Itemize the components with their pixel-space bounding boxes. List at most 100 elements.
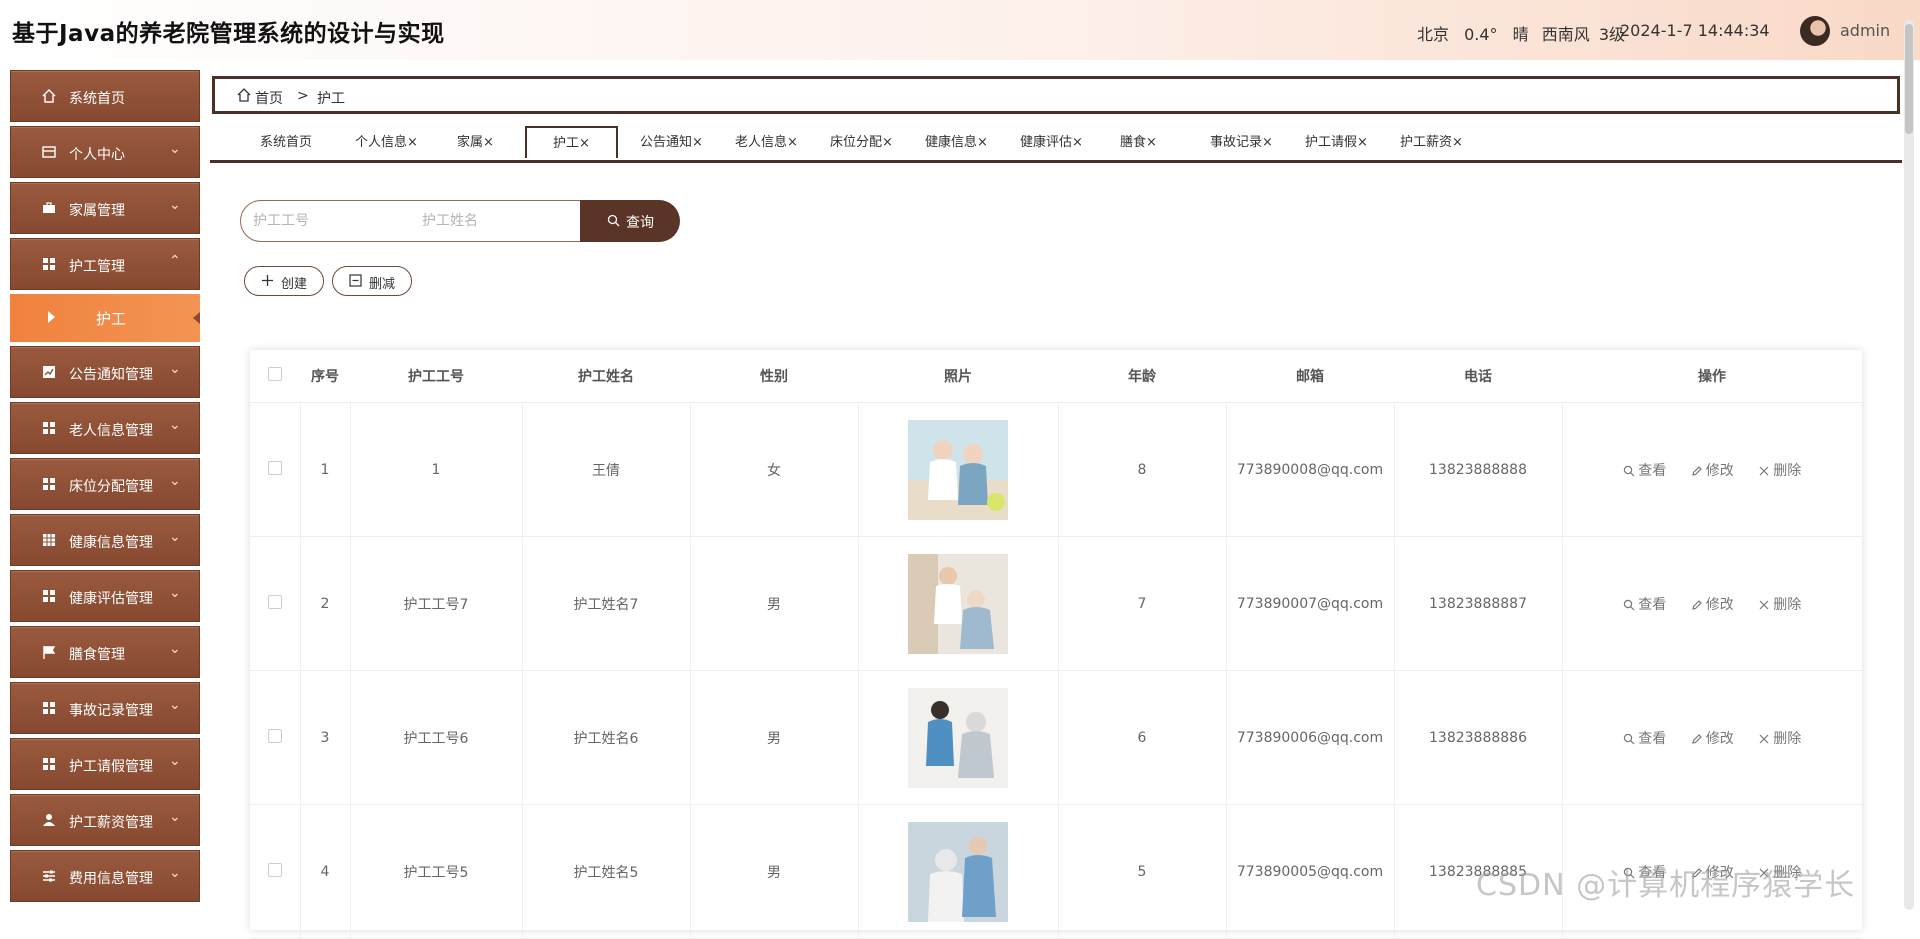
delete-button[interactable]: 删除 xyxy=(1758,728,1801,748)
weather-city: 北京 xyxy=(1417,25,1450,44)
cell-caregiver-no: 护工工号7 xyxy=(350,536,523,671)
sidebar-item-personal-center[interactable]: 个人中心 ⌄ xyxy=(10,126,200,178)
sidebar-item-home[interactable]: 系统首页 xyxy=(10,70,200,122)
view-button[interactable]: 查看 xyxy=(1623,460,1666,480)
grid-icon xyxy=(43,258,55,270)
weather-temp: 0.4° xyxy=(1464,25,1498,44)
edit-button[interactable]: 修改 xyxy=(1691,728,1734,748)
tab-notice[interactable]: 公告通知× xyxy=(640,130,703,156)
row-checkbox[interactable] xyxy=(267,460,282,475)
sliders-icon xyxy=(43,870,55,882)
edit-button[interactable]: 修改 xyxy=(1691,460,1734,480)
delete-button[interactable]: 删除 xyxy=(1758,594,1801,614)
table-icon xyxy=(43,534,55,546)
tab-salary[interactable]: 护工薪资× xyxy=(1400,130,1463,156)
avatar[interactable] xyxy=(1800,16,1830,46)
column-header: 性别 xyxy=(690,350,858,403)
page-scrollbar[interactable] xyxy=(1904,20,1914,910)
edit-button[interactable]: 修改 xyxy=(1691,594,1734,614)
chevron-down-icon: ⌄ xyxy=(169,753,181,769)
sidebar-item-family[interactable]: 家属管理 ⌄ xyxy=(10,182,200,234)
plus-icon xyxy=(262,275,273,286)
tab-family[interactable]: 家属× xyxy=(457,130,494,156)
sidebar-item-elderly[interactable]: 老人信息管理 ⌄ xyxy=(10,402,200,454)
tab-health-info[interactable]: 健康信息× xyxy=(925,130,988,156)
cell-caregiver-no: 1 xyxy=(350,402,523,537)
active-marker xyxy=(193,312,200,324)
sidebar-subitem-caregiver[interactable]: 护工 xyxy=(10,294,200,342)
column-header: 电话 xyxy=(1394,350,1562,403)
select-all-checkbox[interactable] xyxy=(268,367,282,381)
sidebar-item-health-assessment[interactable]: 健康评估管理 ⌄ xyxy=(10,570,200,622)
weather-condition: 晴 xyxy=(1512,25,1529,44)
sidebar-item-notice[interactable]: 公告通知管理 ⌄ xyxy=(10,346,200,398)
caregiver-photo[interactable] xyxy=(908,821,1008,922)
create-button[interactable]: 创建 xyxy=(244,266,324,296)
cell-age: 5 xyxy=(1058,804,1227,939)
column-header: 年龄 xyxy=(1058,350,1226,403)
tab-bar: 系统首页 个人信息× 家属× 护工× 公告通知× 老人信息× 床位分配× 健康信… xyxy=(210,124,1902,163)
close-icon xyxy=(1759,734,1769,743)
cell-email: 773890006@qq.com xyxy=(1226,670,1395,805)
column-header: 照片 xyxy=(858,350,1058,403)
cell-age: 7 xyxy=(1058,536,1227,671)
watermark-text: CSDN @计算机程序猿学长 xyxy=(1476,868,1856,903)
delete-button[interactable]: 删除 xyxy=(1758,460,1801,480)
caregiver-photo[interactable] xyxy=(908,419,1008,520)
tab-meal[interactable]: 膳食× xyxy=(1120,130,1157,156)
sidebar-item-health-info[interactable]: 健康信息管理 ⌄ xyxy=(10,514,200,566)
tab-health-assessment[interactable]: 健康评估× xyxy=(1020,130,1083,156)
sidebar-item-meal[interactable]: 膳食管理 ⌄ xyxy=(10,626,200,678)
caregiver-photo[interactable] xyxy=(908,553,1008,654)
view-button[interactable]: 查看 xyxy=(1623,728,1666,748)
search-button[interactable]: 查询 xyxy=(580,200,680,242)
tab-home[interactable]: 系统首页 xyxy=(260,130,312,156)
tab-bed[interactable]: 床位分配× xyxy=(830,130,893,156)
page-scrollbar-thumb[interactable] xyxy=(1905,24,1913,134)
chevron-down-icon: ⌄ xyxy=(169,585,181,601)
tab-leave[interactable]: 护工请假× xyxy=(1305,130,1368,156)
sidebar-item-label: 老人信息管理 xyxy=(69,423,153,439)
sidebar-item-label: 公告通知管理 xyxy=(69,367,153,383)
caregiver-name-input[interactable] xyxy=(410,200,581,242)
caregiver-no-input[interactable] xyxy=(240,200,411,242)
sidebar-item-fee[interactable]: 费用信息管理 ⌄ xyxy=(10,850,200,902)
chevron-down-icon: ⌄ xyxy=(169,809,181,825)
cell-age: 8 xyxy=(1058,402,1227,537)
row-checkbox[interactable] xyxy=(267,728,282,743)
user-icon xyxy=(43,814,55,826)
sidebar-item-label: 健康评估管理 xyxy=(69,591,153,607)
tab-accident[interactable]: 事故记录× xyxy=(1210,130,1273,156)
cell-caregiver-no: 护工工号6 xyxy=(350,670,523,805)
username[interactable]: admin xyxy=(1840,21,1890,40)
sidebar-item-bed[interactable]: 床位分配管理 ⌄ xyxy=(10,458,200,510)
breadcrumb-current: 护工 xyxy=(317,91,345,107)
sidebar-item-leave[interactable]: 护工请假管理 ⌄ xyxy=(10,738,200,790)
search-icon xyxy=(1624,733,1635,744)
row-checkbox[interactable] xyxy=(267,594,282,609)
column-header: 操作 xyxy=(1562,350,1862,403)
home-icon xyxy=(42,89,56,103)
cell-operations: 查看 修改 删除 xyxy=(1562,536,1862,671)
breadcrumb-home[interactable]: 首页 xyxy=(255,88,283,108)
sidebar-item-accident[interactable]: 事故记录管理 ⌄ xyxy=(10,682,200,734)
sidebar-item-salary[interactable]: 护工薪资管理 ⌄ xyxy=(10,794,200,846)
cell-index: 1 xyxy=(300,402,351,537)
cell-caregiver-name: 护工姓名5 xyxy=(522,804,691,939)
tab-elderly[interactable]: 老人信息× xyxy=(735,130,798,156)
column-header: 序号 xyxy=(300,350,350,403)
tab-caregiver[interactable]: 护工× xyxy=(525,126,618,158)
grid-icon xyxy=(43,478,55,490)
batch-delete-button[interactable]: 删减 xyxy=(332,266,412,296)
caregiver-photo[interactable] xyxy=(908,687,1008,788)
sidebar-item-label: 个人中心 xyxy=(69,147,125,163)
view-button[interactable]: 查看 xyxy=(1623,594,1666,614)
row-checkbox[interactable] xyxy=(267,862,282,877)
chevron-down-icon: ⌄ xyxy=(169,697,181,713)
sidebar-item-label: 膳食管理 xyxy=(69,647,125,663)
search-icon xyxy=(1624,465,1635,476)
caret-right-icon xyxy=(48,311,55,323)
sidebar-item-caregiver[interactable]: 护工管理 ⌃ xyxy=(10,238,200,290)
tab-personal-info[interactable]: 个人信息× xyxy=(355,130,418,156)
cell-operations: 查看 修改 删除 xyxy=(1562,670,1862,805)
